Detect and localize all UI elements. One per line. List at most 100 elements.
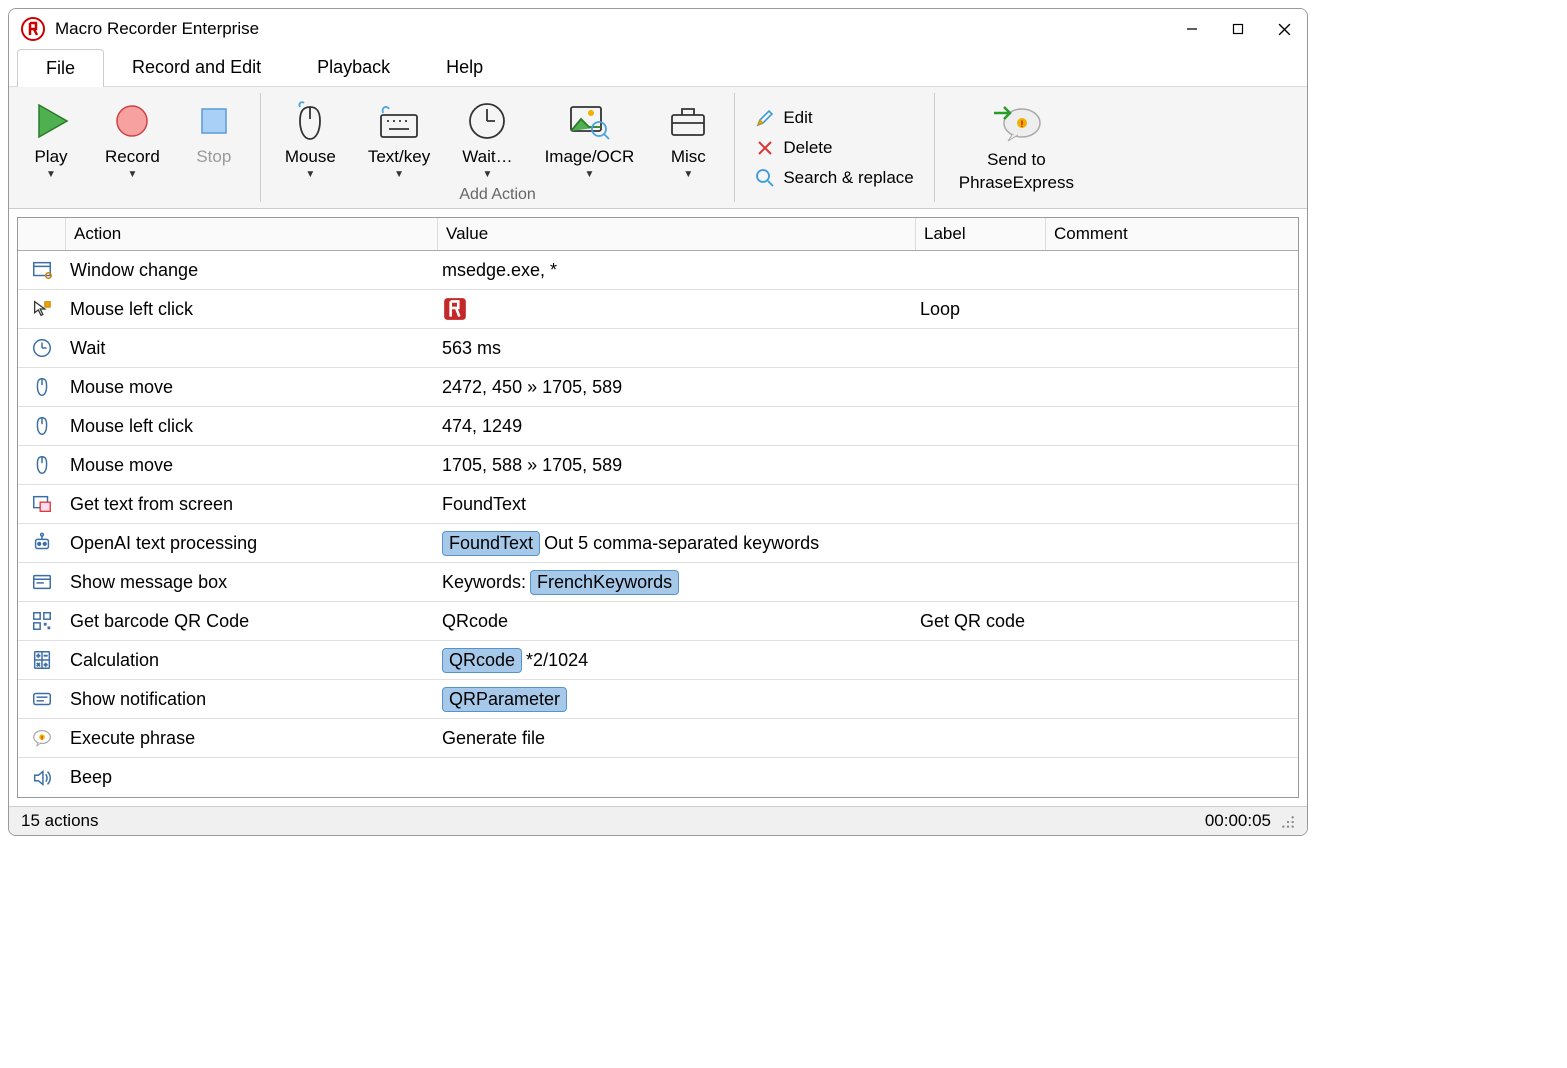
send-to-phraseexpress-button[interactable]: ! Send toPhraseExpress bbox=[939, 87, 1094, 208]
grid-row[interactable]: Mouse move1705, 588 » 1705, 589 bbox=[18, 446, 1298, 485]
grid-row[interactable]: Mouse left click Loop bbox=[18, 290, 1298, 329]
statusbar: 15 actions 00:00:05 bbox=[9, 806, 1307, 835]
ribbon-group-label-add-action: Add Action bbox=[271, 186, 725, 204]
grid-row[interactable]: Wait563 ms bbox=[18, 329, 1298, 368]
cell-action: Beep bbox=[66, 761, 438, 794]
cell-comment bbox=[1046, 654, 1298, 666]
grid-row[interactable]: OpenAI text processingFoundText Out 5 co… bbox=[18, 524, 1298, 563]
variable-token: QRcode bbox=[442, 648, 522, 673]
add-mouse-button[interactable]: Mouse ▼ bbox=[271, 95, 350, 184]
resize-grip-icon[interactable] bbox=[1281, 814, 1295, 828]
keyboard-icon bbox=[377, 99, 421, 143]
cell-label: Get QR code bbox=[916, 605, 1046, 638]
grid-row[interactable]: Get text from screenFoundText bbox=[18, 485, 1298, 524]
cursor-click-icon bbox=[18, 298, 66, 320]
grid-row[interactable]: Window changemsedge.exe, * bbox=[18, 251, 1298, 290]
menu-playback[interactable]: Playback bbox=[289, 49, 418, 86]
cell-action: Get barcode QR Code bbox=[66, 605, 438, 638]
cell-comment bbox=[1046, 303, 1298, 315]
phrase-icon: ! bbox=[18, 727, 66, 749]
grid-row[interactable]: Get barcode QR CodeQRcodeGet QR code bbox=[18, 602, 1298, 641]
add-wait-button[interactable]: Wait… ▼ bbox=[448, 95, 526, 184]
column-header-comment[interactable]: Comment bbox=[1046, 218, 1298, 250]
grid-body: Window changemsedge.exe, *Mouse left cli… bbox=[18, 251, 1298, 797]
close-button[interactable] bbox=[1261, 9, 1307, 49]
search-icon bbox=[755, 168, 775, 188]
app-title: Macro Recorder Enterprise bbox=[55, 19, 259, 39]
sound-icon bbox=[18, 767, 66, 789]
grid-row[interactable]: Mouse move2472, 450 » 1705, 589 bbox=[18, 368, 1298, 407]
grid-row[interactable]: Show notificationQRParameter bbox=[18, 680, 1298, 719]
cell-label: Loop bbox=[916, 293, 1046, 326]
cell-action: Calculation bbox=[66, 644, 438, 677]
maximize-button[interactable] bbox=[1215, 9, 1261, 49]
cell-value: 563 ms bbox=[438, 332, 916, 365]
toolbox-icon bbox=[666, 99, 710, 143]
status-action-count: 15 actions bbox=[21, 811, 99, 831]
chevron-down-icon: ▼ bbox=[482, 169, 492, 180]
chevron-down-icon: ▼ bbox=[394, 169, 404, 180]
screencapture-icon bbox=[18, 493, 66, 515]
add-misc-button[interactable]: Misc ▼ bbox=[652, 95, 724, 184]
cell-comment bbox=[1046, 732, 1298, 744]
menu-file[interactable]: File bbox=[17, 49, 104, 87]
edit-action-link[interactable]: Edit bbox=[755, 108, 913, 128]
titlebar: Macro Recorder Enterprise bbox=[9, 9, 1307, 49]
cell-label bbox=[916, 576, 1046, 588]
cell-action: Execute phrase bbox=[66, 722, 438, 755]
grid-header: Action Value Label Comment bbox=[18, 218, 1298, 251]
cell-value: QRParameter bbox=[438, 681, 916, 718]
cell-value: Keywords: FrenchKeywords bbox=[438, 564, 916, 601]
svg-text:−: − bbox=[44, 653, 47, 659]
cell-value: msedge.exe, * bbox=[438, 254, 916, 287]
play-button[interactable]: Play ▼ bbox=[15, 95, 87, 184]
column-header-label[interactable]: Label bbox=[916, 218, 1046, 250]
cell-value: Generate file bbox=[438, 722, 916, 755]
qrcode-icon bbox=[18, 610, 66, 632]
cell-action: Mouse move bbox=[66, 449, 438, 482]
chevron-down-icon: ▼ bbox=[127, 169, 137, 180]
cell-comment bbox=[1046, 772, 1298, 784]
phraseexpress-icon: ! bbox=[988, 101, 1044, 145]
cell-value: FoundText bbox=[438, 488, 916, 521]
cell-action: Show message box bbox=[66, 566, 438, 599]
chevron-down-icon: ▼ bbox=[305, 169, 315, 180]
svg-text:!: ! bbox=[1021, 119, 1024, 129]
app-logo-icon bbox=[442, 296, 468, 322]
minimize-button[interactable] bbox=[1169, 9, 1215, 49]
cell-comment bbox=[1046, 459, 1298, 471]
content-area: Action Value Label Comment Window change… bbox=[9, 209, 1307, 806]
add-textkey-button[interactable]: Text/key ▼ bbox=[354, 95, 444, 184]
menu-record-edit[interactable]: Record and Edit bbox=[104, 49, 289, 86]
cell-label bbox=[916, 537, 1046, 549]
record-button[interactable]: Record ▼ bbox=[91, 95, 174, 184]
stop-button[interactable]: Stop bbox=[178, 95, 250, 184]
add-imageocr-button[interactable]: Image/OCR ▼ bbox=[531, 95, 649, 184]
column-header-icon[interactable] bbox=[18, 218, 66, 250]
menu-help[interactable]: Help bbox=[418, 49, 511, 86]
cell-comment bbox=[1046, 498, 1298, 510]
cell-value bbox=[438, 772, 916, 784]
cell-label bbox=[916, 732, 1046, 744]
actions-grid[interactable]: Action Value Label Comment Window change… bbox=[17, 217, 1299, 798]
grid-row[interactable]: Show message boxKeywords: FrenchKeywords bbox=[18, 563, 1298, 602]
delete-action-link[interactable]: Delete bbox=[755, 138, 913, 158]
cell-value bbox=[438, 290, 916, 328]
grid-row[interactable]: +−×÷CalculationQRcode*2/1024 bbox=[18, 641, 1298, 680]
grid-row[interactable]: Beep bbox=[18, 758, 1298, 797]
search-replace-link[interactable]: Search & replace bbox=[755, 168, 913, 188]
window-icon bbox=[18, 259, 66, 281]
cell-value: QRcode bbox=[438, 605, 916, 638]
grid-row[interactable]: Mouse left click474, 1249 bbox=[18, 407, 1298, 446]
column-header-action[interactable]: Action bbox=[66, 218, 438, 250]
app-logo-icon bbox=[21, 17, 45, 41]
cell-comment bbox=[1046, 615, 1298, 627]
grid-row[interactable]: !Execute phraseGenerate file bbox=[18, 719, 1298, 758]
cell-action: Mouse left click bbox=[66, 293, 438, 326]
column-header-value[interactable]: Value bbox=[438, 218, 916, 250]
play-icon bbox=[29, 99, 73, 143]
cell-action: Get text from screen bbox=[66, 488, 438, 521]
svg-text:+: + bbox=[37, 653, 40, 659]
mouse-icon bbox=[18, 415, 66, 437]
cell-action: Wait bbox=[66, 332, 438, 365]
